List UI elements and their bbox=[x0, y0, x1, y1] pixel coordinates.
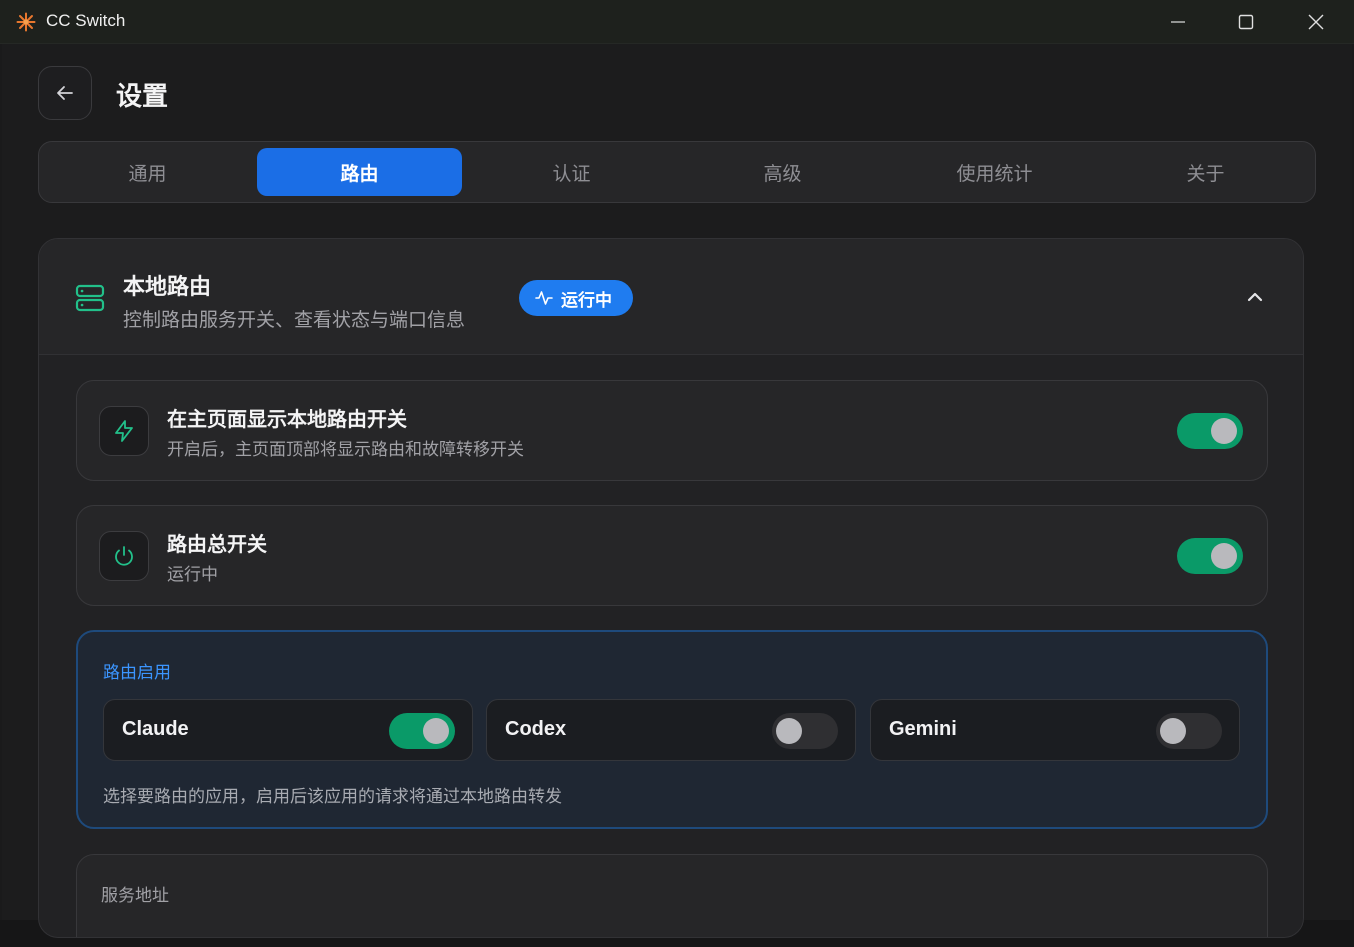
tab-advanced[interactable]: 高级 bbox=[680, 148, 885, 196]
arrow-left-icon bbox=[57, 86, 73, 100]
setting-title: 路由总开关 bbox=[167, 532, 267, 556]
row-icon-box bbox=[99, 531, 149, 581]
row-icon-box bbox=[99, 406, 149, 456]
app-logo-icon bbox=[16, 12, 36, 32]
local-routing-card: 本地路由 控制路由服务开关、查看状态与端口信息 运行中 在主页面显示本地路由开关… bbox=[38, 238, 1304, 938]
section-title: 本地路由 bbox=[123, 275, 212, 300]
routing-enable-label: 路由启用 bbox=[103, 663, 171, 683]
show-routing-toggle[interactable] bbox=[1177, 413, 1243, 449]
activity-icon bbox=[535, 291, 553, 305]
tab-about[interactable]: 关于 bbox=[1103, 148, 1308, 196]
toggle-knob bbox=[1160, 718, 1186, 744]
page-title: 设置 bbox=[116, 82, 169, 112]
app-card-codex: Codex bbox=[486, 699, 856, 761]
local-routing-header[interactable]: 本地路由 控制路由服务开关、查看状态与端口信息 运行中 bbox=[39, 239, 1303, 355]
gemini-toggle[interactable] bbox=[1156, 713, 1222, 749]
setting-row-master-switch: 路由总开关 运行中 bbox=[76, 505, 1268, 606]
power-icon bbox=[115, 546, 133, 566]
close-window-button[interactable] bbox=[1282, 0, 1350, 44]
claude-toggle[interactable] bbox=[389, 713, 455, 749]
setting-row-show-toggle: 在主页面显示本地路由开关 开启后，主页面顶部将显示路由和故障转移开关 bbox=[76, 380, 1268, 481]
service-address-label: 服务地址 bbox=[101, 886, 169, 906]
service-address-panel: 服务地址 bbox=[76, 854, 1268, 937]
app-name: Claude bbox=[122, 718, 189, 740]
app-name: Gemini bbox=[889, 718, 957, 740]
app-name: Codex bbox=[505, 718, 567, 740]
toggle-knob bbox=[1211, 418, 1237, 444]
tab-general[interactable]: 通用 bbox=[45, 148, 250, 196]
back-button[interactable] bbox=[38, 66, 92, 120]
codex-toggle[interactable] bbox=[772, 713, 838, 749]
app-title: CC Switch bbox=[46, 11, 126, 30]
minimize-button[interactable] bbox=[1144, 0, 1212, 44]
maximize-button[interactable] bbox=[1212, 0, 1280, 44]
setting-description: 运行中 bbox=[167, 565, 218, 585]
close-icon bbox=[1308, 14, 1324, 30]
maximize-icon bbox=[1238, 14, 1254, 30]
status-badge-label: 运行中 bbox=[561, 290, 612, 311]
server-icon bbox=[75, 284, 105, 312]
routing-enable-panel: 路由启用 Claude Codex Gemini 选择要路由的应用，启用后该应用… bbox=[76, 630, 1268, 829]
tab-routing[interactable]: 路由 bbox=[257, 148, 462, 196]
toggle-knob bbox=[423, 718, 449, 744]
tab-auth[interactable]: 认证 bbox=[469, 148, 674, 196]
toggle-knob bbox=[1211, 543, 1237, 569]
settings-tabs: 通用 路由 认证 高级 使用统计 关于 bbox=[38, 141, 1316, 203]
zap-icon bbox=[115, 420, 133, 442]
setting-title: 在主页面显示本地路由开关 bbox=[167, 407, 407, 431]
routing-note: 选择要路由的应用，启用后该应用的请求将通过本地路由转发 bbox=[103, 787, 562, 807]
toggle-knob bbox=[776, 718, 802, 744]
chevron-up-icon[interactable] bbox=[1245, 287, 1265, 307]
minimize-icon bbox=[1171, 21, 1185, 23]
tab-usage-stats[interactable]: 使用统计 bbox=[892, 148, 1097, 196]
title-bar: CC Switch bbox=[0, 0, 1354, 44]
app-card-claude: Claude bbox=[103, 699, 473, 761]
app-card-gemini: Gemini bbox=[870, 699, 1240, 761]
status-badge: 运行中 bbox=[519, 280, 633, 316]
setting-description: 开启后，主页面顶部将显示路由和故障转移开关 bbox=[167, 440, 524, 460]
routing-master-toggle[interactable] bbox=[1177, 538, 1243, 574]
section-subtitle: 控制路由服务开关、查看状态与端口信息 bbox=[123, 309, 466, 331]
